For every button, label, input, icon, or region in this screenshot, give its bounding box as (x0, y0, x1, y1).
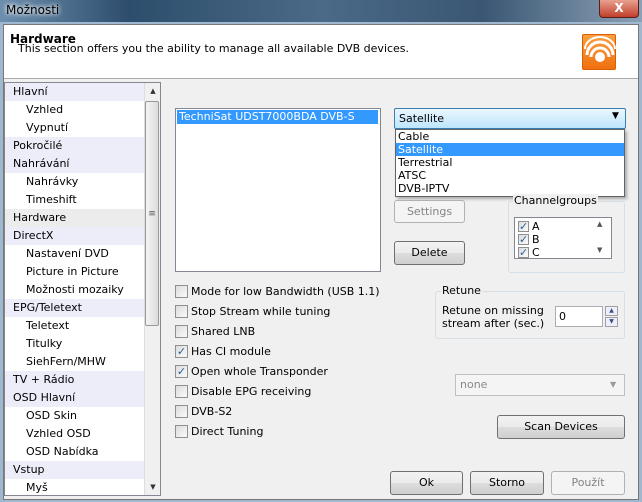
option-terrestrial[interactable]: Terrestrial (396, 156, 624, 169)
checkbox-icon[interactable] (175, 385, 188, 398)
delete-button[interactable]: Delete (394, 241, 465, 265)
ok-button[interactable]: Ok (390, 471, 463, 495)
sidebar-item[interactable]: Nastavení DVD (5, 245, 144, 263)
sidebar-item[interactable]: Titulky (5, 335, 144, 353)
sidebar-item[interactable]: EPG/Teletext (5, 299, 144, 317)
option-atsc[interactable]: ATSC (396, 169, 624, 182)
option-label: Disable EPG receiving (191, 385, 312, 398)
cancel-button[interactable]: Storno (470, 471, 544, 495)
sidebar-item[interactable]: Možnosti mozaiky (5, 281, 144, 299)
scroll-up-icon[interactable]: ▲ (597, 220, 602, 228)
retune-text: stream after (sec.) (442, 317, 545, 330)
apply-button[interactable]: Použít (551, 471, 625, 495)
checkbox-checked-icon[interactable]: ✓ (518, 221, 529, 232)
sidebar-item[interactable]: Vstup (5, 461, 144, 479)
sidebar-item[interactable]: Picture in Picture (5, 263, 144, 281)
sidebar-item[interactable]: OSD Nabídka (5, 443, 144, 461)
chevron-down-icon[interactable]: ▼ (610, 380, 616, 389)
scroll-thumb[interactable]: ≡ (145, 101, 159, 326)
spin-down-icon[interactable]: ▼ (605, 317, 618, 327)
sidebar-item[interactable]: Vzhled OSD (5, 425, 144, 443)
spin-up-icon[interactable]: ▲ (605, 306, 618, 316)
chevron-down-icon[interactable]: ▼ (612, 111, 619, 121)
sidebar-item[interactable]: Hlavní (5, 83, 144, 101)
option-label: Mode for low Bandwidth (USB 1.1) (191, 285, 380, 298)
option-label: DVB-S2 (191, 405, 233, 418)
checkbox-icon[interactable] (175, 305, 188, 318)
dvb-signal-icon (582, 34, 616, 70)
checkbox-icon[interactable] (175, 425, 188, 438)
channelgroups-label: Channelgroups (513, 194, 598, 207)
section-description: This section offers you the ability to m… (18, 42, 410, 55)
option-label: Stop Stream while tuning (191, 305, 331, 318)
scroll-down-icon[interactable]: ▼ (597, 246, 602, 254)
option-label: Has CI module (191, 345, 271, 358)
sidebar-item[interactable]: DirectX (5, 227, 144, 245)
scan-devices-button[interactable]: Scan Devices (497, 415, 625, 439)
sidebar-item[interactable]: Teletext (5, 317, 144, 335)
epg-source-combo[interactable]: none (455, 374, 625, 396)
checkbox-checked-icon[interactable]: ✓ (175, 365, 188, 378)
sidebar-item[interactable]: Nahrávky (5, 173, 144, 191)
channelgroups-list[interactable]: ✓ A ✓ B ✓ C ▲ ▼ (514, 217, 612, 259)
device-type-dropdown: Cable Satellite Terrestrial ATSC DVB-IPT… (395, 129, 625, 197)
retune-text: Retune on missing (442, 304, 544, 317)
checkbox-checked-icon[interactable]: ✓ (518, 247, 529, 258)
sidebar-item[interactable]: OSD Skin (5, 407, 144, 425)
sidebar-item[interactable]: Myš (5, 479, 144, 495)
sidebar-item[interactable]: OSD Hlavní (5, 389, 144, 407)
sidebar-item[interactable]: Pokročilé (5, 137, 144, 155)
sidebar-item[interactable]: Timeshift (5, 191, 144, 209)
sidebar-item[interactable]: SiehFern/MHW (5, 353, 144, 371)
retune-seconds-input[interactable]: 0 (555, 306, 603, 327)
settings-button[interactable]: Settings (394, 200, 465, 223)
option-cable[interactable]: Cable (396, 130, 624, 143)
sidebar-nav: Hlavní Vzhled Vypnutí Pokročilé Nahrávání Nah… (4, 82, 161, 496)
checkbox-icon[interactable] (175, 325, 188, 338)
checkbox-checked-icon[interactable]: ✓ (518, 234, 529, 245)
option-label: Direct Tuning (191, 425, 264, 438)
sidebar-item[interactable]: Nahrávání (5, 155, 144, 173)
device-item[interactable]: TechniSat UDST7000BDA DVB-S Tuner (177, 110, 378, 137)
sidebar-item[interactable]: Hardware (5, 209, 144, 227)
sidebar-item[interactable]: Vzhled (5, 101, 144, 119)
option-label: Shared LNB (191, 325, 256, 338)
title-bar[interactable] (0, 0, 642, 22)
option-label: Open whole Transponder (191, 365, 328, 378)
retune-label: Retune (441, 284, 482, 297)
checkbox-icon[interactable] (175, 405, 188, 418)
checkbox-icon[interactable] (175, 285, 188, 298)
window-title: Možnosti (6, 3, 60, 17)
close-button[interactable]: X (599, 0, 639, 18)
scroll-down-icon[interactable]: ▼ (145, 479, 161, 495)
checkbox-checked-icon[interactable]: ✓ (175, 345, 188, 358)
option-satellite[interactable]: Satellite (396, 143, 624, 156)
sidebar-item[interactable]: TV + Rádio (5, 371, 144, 389)
device-type-combo[interactable]: Satellite (394, 108, 626, 129)
sidebar-item[interactable]: Vypnutí (5, 119, 144, 137)
scroll-up-icon[interactable]: ▲ (145, 83, 161, 99)
